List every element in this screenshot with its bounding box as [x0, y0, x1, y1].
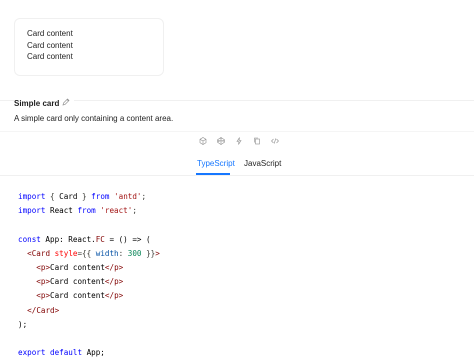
tab-javascript[interactable]: JavaScript [244, 159, 281, 168]
card-content-line: Card content [27, 40, 73, 50]
copy-icon[interactable] [252, 136, 262, 146]
tab-typescript[interactable]: TypeScript [197, 159, 235, 168]
demo-meta-title: Simple card [14, 98, 75, 108]
tabs-baseline [0, 175, 474, 176]
card-content-line: Card content [27, 52, 73, 61]
code-line: <p>Card content</p> [36, 291, 124, 301]
demo-description: A simple card only containing a content … [14, 114, 174, 123]
description-divider [0, 131, 474, 132]
code-icon[interactable] [270, 136, 280, 146]
code-line: export default App; [18, 348, 105, 358]
code-line: <p>Card content</p> [36, 277, 124, 287]
demo-title-text: Simple card [14, 98, 60, 108]
code-line: ); [18, 319, 28, 329]
code-block: import { Card } from 'antd'; import Reac… [18, 190, 160, 360]
code-line: import { Card } from 'antd'; [18, 192, 147, 201]
code-line: <Card style={{ width: 300 }}> [27, 248, 160, 258]
demo-card: Card content Card content Card content [14, 18, 164, 76]
edit-icon[interactable] [62, 98, 70, 108]
tab-ink-bar [196, 173, 230, 175]
code-line: <p>Card content</p> [36, 263, 124, 273]
code-language-tabs: TypeScript JavaScript [0, 155, 474, 177]
codepen-icon[interactable] [216, 136, 226, 146]
code-line: const App: React.FC = () => ( [18, 234, 151, 244]
code-actions [198, 136, 280, 146]
code-line: </Card> [27, 305, 60, 315]
code-line: import React from 'react'; [18, 206, 137, 216]
codesandbox-icon[interactable] [198, 136, 208, 146]
thunder-icon[interactable] [234, 136, 244, 146]
card-content-line: Card content [27, 29, 73, 38]
